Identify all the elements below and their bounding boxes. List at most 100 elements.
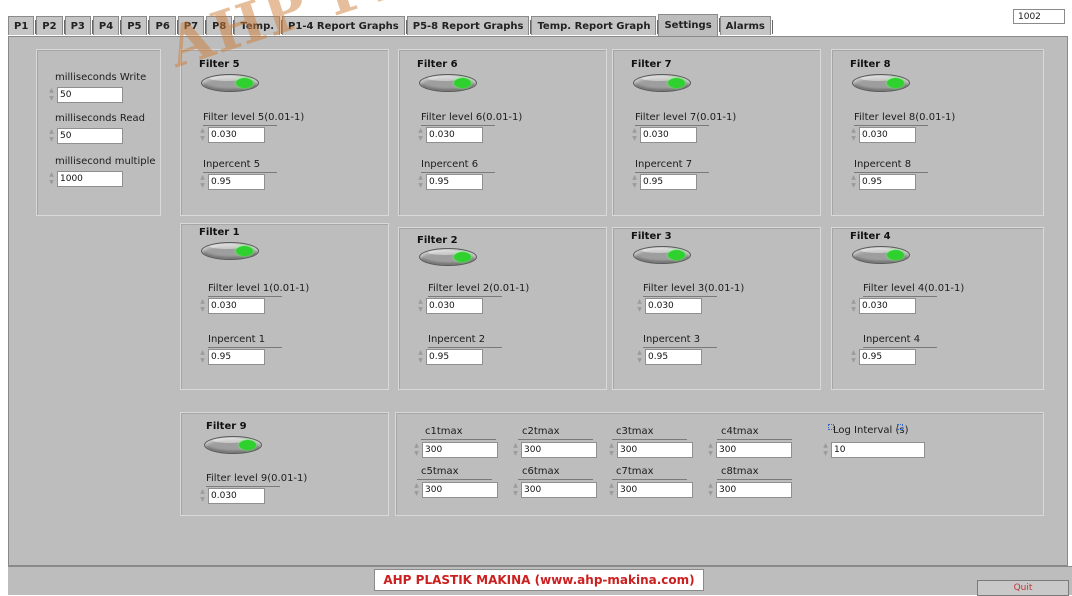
log-interval-field[interactable]: 10 [831,442,925,458]
tab-p1[interactable]: P1 [8,16,37,35]
filter-level-field[interactable]: 0.030 [426,298,483,314]
spinner-icon[interactable]: ▲ ▼ [416,127,425,143]
filter-level-label: Filter level 6(0.01-1) [421,112,523,123]
spinner-icon[interactable]: ▲ ▼ [635,349,644,365]
spinner-icon[interactable]: ▲ ▼ [849,174,858,190]
spinner-icon[interactable]: ▲ ▼ [630,174,639,190]
spinner-icon[interactable]: ▲ ▼ [47,171,56,187]
inpercent-field[interactable]: 0.95 [208,174,265,190]
filter-4-toggle[interactable] [852,246,910,264]
c1tmax-field[interactable]: 300 [422,442,498,458]
spinner-icon[interactable]: ▲ ▼ [849,298,858,314]
spinner-icon[interactable]: ▲ ▼ [416,174,425,190]
c6tmax-field[interactable]: 300 [521,482,597,498]
tab-p4[interactable]: P4 [92,16,122,35]
inpercent-field[interactable]: 0.95 [426,174,483,190]
c8tmax-field[interactable]: 300 [716,482,792,498]
spinner-icon[interactable]: ▲ ▼ [849,127,858,143]
filter-level-field[interactable]: 0.030 [208,127,265,143]
filter-level-label: Filter level 1(0.01-1) [208,283,310,294]
inpercent-field[interactable]: 0.95 [645,349,702,365]
filter-6-toggle[interactable] [419,74,477,92]
filter-5-group: Filter 5 Filter level 5(0.01-1) ▲ ▼ 0.030… [180,49,389,216]
spinner-icon[interactable]: ▲ ▼ [47,128,56,144]
tab-temp-report-graph[interactable]: Temp. Report Graph [531,16,659,35]
filter-level-field[interactable]: 0.030 [208,488,265,504]
read-field[interactable]: 50 [57,128,123,144]
filter-1-toggle[interactable] [201,242,259,260]
filter-9-toggle[interactable] [204,436,262,454]
tab-label: Alarms [725,21,765,32]
spinner-icon[interactable]: ▲ ▼ [198,174,207,190]
spinner-icon[interactable]: ▲ ▼ [511,442,520,458]
inpercent-label: Inpercent 1 [208,334,266,345]
filter-level-label: Filter level 8(0.01-1) [854,112,956,123]
filter-7-group: Filter 7 Filter level 7(0.01-1) ▲ ▼ 0.030… [612,49,821,216]
spinner-icon[interactable]: ▲ ▼ [416,349,425,365]
spinner-icon[interactable]: ▲ ▼ [198,488,207,504]
c3tmax-field[interactable]: 300 [617,442,693,458]
c4tmax-label: c4tmax [721,426,759,437]
tab-label: P2 [42,21,57,32]
filter-level-field[interactable]: 0.030 [645,298,702,314]
spinner-icon[interactable]: ▲ ▼ [849,349,858,365]
spinner-icon[interactable]: ▲ ▼ [412,442,421,458]
filter-5-toggle[interactable] [201,74,259,92]
filter-level-label: Filter level 9(0.01-1) [206,473,308,484]
filter-7-toggle[interactable] [633,74,691,92]
c7tmax-field[interactable]: 300 [617,482,693,498]
filter-9-group: Filter 9 Filter level 9(0.01-1) ▲ ▼ 0.030 [180,412,389,516]
c1tmax-label: c1tmax [425,426,463,437]
spinner-icon[interactable]: ▲ ▼ [511,482,520,498]
spinner-icon[interactable]: ▲ ▼ [198,127,207,143]
spinner-icon[interactable]: ▲ ▼ [412,482,421,498]
filter-3-toggle[interactable] [633,246,691,264]
tab-p5-8-report-graphs[interactable]: P5-8 Report Graphs [406,16,532,35]
c5tmax-field[interactable]: 300 [422,482,498,498]
inpercent-field[interactable]: 0.95 [859,349,916,365]
filter-level-field[interactable]: 0.030 [208,298,265,314]
multiple-field[interactable]: 1000 [57,171,123,187]
spinner-icon[interactable]: ▲ ▼ [706,442,715,458]
inpercent-label: Inpercent 4 [863,334,921,345]
filter-2-group: Filter 2 Filter level 2(0.01-1) ▲ ▼ 0.030… [398,227,607,390]
tab-settings[interactable]: Settings [658,14,720,36]
filter-3-group: Filter 3 Filter level 3(0.01-1) ▲ ▼ 0.030… [612,227,821,390]
tab-p5[interactable]: P5 [121,16,150,35]
inpercent-field[interactable]: 0.95 [208,349,265,365]
spinner-icon[interactable]: ▲ ▼ [198,349,207,365]
inpercent-field[interactable]: 0.95 [640,174,697,190]
filter-2-toggle[interactable] [419,248,477,266]
spinner-icon[interactable]: ▲ ▼ [198,298,207,314]
spinner-icon[interactable]: ▲ ▼ [630,127,639,143]
write-field[interactable]: 50 [57,87,123,103]
tab-p3[interactable]: P3 [64,16,93,35]
filter-8-toggle[interactable] [852,74,910,92]
spinner-icon[interactable]: ▲ ▼ [607,442,616,458]
filter-1-group: Filter 1 Filter level 1(0.01-1) ▲ ▼ 0.030… [180,223,389,390]
c3tmax-label: c3tmax [616,426,654,437]
filter-level-field[interactable]: 0.030 [859,127,916,143]
filter-level-field[interactable]: 0.030 [859,298,916,314]
filter-title: Filter 9 [206,421,247,432]
tab-p2[interactable]: P2 [36,16,65,35]
c4tmax-field[interactable]: 300 [716,442,792,458]
spinner-icon[interactable]: ▲ ▼ [47,87,56,103]
write-label: milliseconds Write [55,72,147,83]
spinner-icon[interactable]: ▲ ▼ [607,482,616,498]
top-numeric-indicator[interactable]: 1002 [1013,9,1065,24]
tmax-group: c1tmax ▲ ▼ 300 c2tmax ▲ ▼ 300 c3tmax ▲ ▼ 30… [395,412,1044,516]
spinner-icon[interactable]: ▲ ▼ [706,482,715,498]
filter-level-field[interactable]: 0.030 [426,127,483,143]
filter-level-label: Filter level 7(0.01-1) [635,112,737,123]
spinner-icon[interactable]: ▲ ▼ [416,298,425,314]
spinner-icon[interactable]: ▲ ▼ [635,298,644,314]
inpercent-field[interactable]: 0.95 [426,349,483,365]
filter-title: Filter 2 [417,235,458,246]
c2tmax-field[interactable]: 300 [521,442,597,458]
spinner-icon[interactable]: ▲ ▼ [821,442,830,458]
settings-panel: milliseconds Write ▲ ▼ 50 milliseconds Re… [8,36,1068,566]
inpercent-field[interactable]: 0.95 [859,174,916,190]
filter-level-field[interactable]: 0.030 [640,127,697,143]
tab-alarms[interactable]: Alarms [719,16,773,35]
